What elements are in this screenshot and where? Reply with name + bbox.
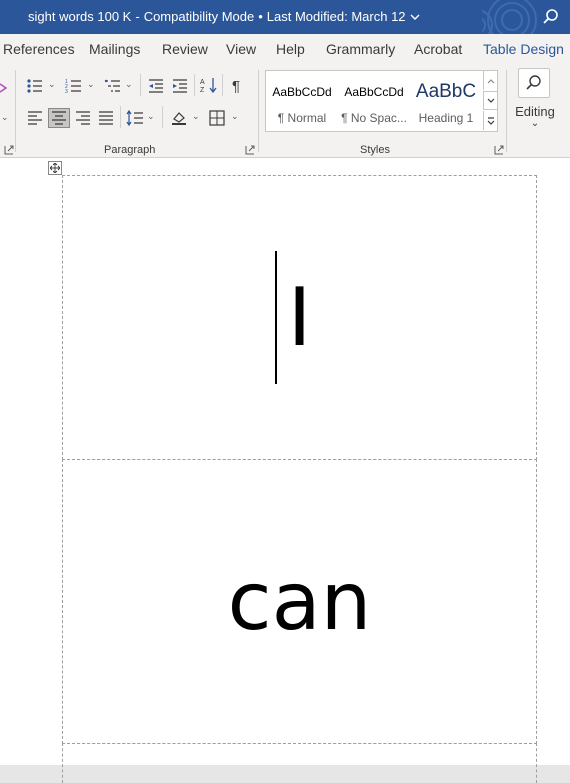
search-icon[interactable]	[542, 8, 560, 26]
svg-text:¶: ¶	[232, 78, 240, 93]
bullets-icon[interactable]	[24, 76, 46, 96]
styles-gallery: AaBbCcDd ¶ Normal AaBbCcDd ¶ No Spac... …	[265, 70, 498, 132]
title-bar: sight words 100 K - Compatibility Mode •…	[0, 0, 570, 34]
style-heading-1[interactable]: AaBbC Heading 1	[410, 71, 482, 131]
shading-icon[interactable]	[168, 108, 190, 128]
button-separator	[162, 106, 163, 128]
svg-text:Z: Z	[200, 87, 205, 93]
style-normal[interactable]: AaBbCcDd ¶ Normal	[266, 71, 338, 131]
chevron-down-icon	[410, 14, 420, 20]
clear-formatting-icon[interactable]	[0, 82, 8, 94]
gallery-more-button[interactable]	[483, 111, 497, 130]
chevron-down-icon[interactable]: ⌄	[1, 112, 9, 123]
tab-references[interactable]: References	[3, 41, 75, 57]
find-icon	[518, 68, 550, 98]
editing-button[interactable]: Editing ⌄	[510, 68, 560, 138]
justify-icon[interactable]	[95, 108, 117, 128]
style-sample: AaBbCcDd	[272, 85, 332, 99]
line-spacing-icon[interactable]	[124, 108, 146, 128]
table-cell[interactable]: I	[62, 175, 537, 460]
styles-dialog-launcher-icon[interactable]	[494, 145, 504, 155]
borders-icon[interactable]	[206, 108, 228, 128]
svg-text:3: 3	[65, 89, 68, 94]
gallery-scroll-up-button[interactable]	[483, 71, 497, 90]
bullet-separator: •	[258, 9, 263, 24]
group-separator	[258, 70, 259, 152]
style-sample: AaBbC	[415, 81, 477, 102]
group-separator	[15, 70, 16, 152]
table-cell[interactable]	[62, 743, 537, 783]
chevron-down-icon[interactable]: ⌄	[192, 111, 200, 122]
tab-acrobat[interactable]: Acrobat	[414, 41, 462, 57]
table-move-handle[interactable]	[48, 161, 62, 175]
window-title[interactable]: sight words 100 K - Compatibility Mode •…	[28, 9, 420, 24]
style-name: ¶ Normal	[277, 111, 327, 125]
align-left-icon[interactable]	[24, 108, 46, 128]
ribbon-tabs: References Mailings Review View Help Gra…	[0, 34, 570, 66]
document-area[interactable]: I can	[0, 158, 570, 783]
tab-help[interactable]: Help	[276, 41, 305, 57]
pilcrow-icon[interactable]: ¶	[227, 75, 249, 95]
move-icon	[50, 163, 60, 173]
increase-indent-icon[interactable]	[169, 76, 191, 96]
table-cell[interactable]: can	[62, 459, 537, 744]
sight-word: I	[287, 271, 312, 364]
title-separator: -	[135, 9, 140, 24]
decrease-indent-icon[interactable]	[145, 76, 167, 96]
chevron-down-icon[interactable]: ⌄	[48, 79, 56, 90]
decorative-circles-icon	[482, 0, 537, 34]
tab-grammarly[interactable]: Grammarly	[326, 41, 395, 57]
tab-view[interactable]: View	[226, 41, 256, 57]
button-separator	[120, 106, 121, 128]
text-cursor	[275, 251, 277, 384]
chevron-down-icon[interactable]: ⌄	[125, 79, 133, 90]
tab-mailings[interactable]: Mailings	[89, 41, 140, 57]
editing-label: Editing	[515, 104, 555, 119]
gallery-scroll-down-button[interactable]	[483, 91, 497, 110]
document-name: sight words 100 K	[28, 9, 132, 24]
chevron-down-icon[interactable]: ⌄	[231, 111, 239, 122]
sort-icon[interactable]: AZ	[198, 75, 220, 95]
chevron-up-icon	[487, 78, 494, 83]
document-page[interactable]: I can	[0, 158, 570, 783]
button-separator	[222, 74, 223, 96]
ribbon: ⌄ ⌄ 123 ⌄ ⌄ AZ ¶ ⌄ ⌄ ⌄ Paragraph AaBbCcD…	[0, 66, 570, 158]
style-sample: AaBbCcDd	[344, 85, 404, 99]
numbering-icon[interactable]: 123	[63, 76, 85, 96]
chevron-down-icon	[487, 98, 494, 103]
multilevel-list-icon[interactable]	[102, 76, 124, 96]
style-no-spacing[interactable]: AaBbCcDd ¶ No Spac...	[338, 71, 410, 131]
compatibility-mode-label: Compatibility Mode	[143, 9, 255, 24]
chevron-down-icon: ⌄	[530, 118, 540, 129]
style-name: ¶ No Spac...	[341, 111, 407, 125]
last-modified-label: Last Modified: March 12	[266, 9, 406, 24]
more-icon	[487, 116, 494, 125]
svg-text:A: A	[200, 79, 205, 86]
tab-review[interactable]: Review	[162, 41, 208, 57]
tab-table-design[interactable]: Table Design	[483, 41, 564, 57]
button-separator	[140, 74, 141, 96]
paragraph-group-label: Paragraph	[104, 144, 156, 156]
style-name: Heading 1	[418, 111, 474, 125]
align-center-icon[interactable]	[48, 108, 70, 128]
font-dialog-launcher-icon[interactable]	[4, 145, 14, 155]
chevron-down-icon[interactable]: ⌄	[87, 79, 95, 90]
paragraph-dialog-launcher-icon[interactable]	[245, 145, 255, 155]
styles-group-label: Styles	[360, 144, 390, 156]
group-separator	[506, 70, 507, 152]
button-separator	[194, 74, 195, 96]
chevron-down-icon[interactable]: ⌄	[147, 111, 155, 122]
align-right-icon[interactable]	[72, 108, 94, 128]
sight-word: can	[227, 555, 372, 648]
